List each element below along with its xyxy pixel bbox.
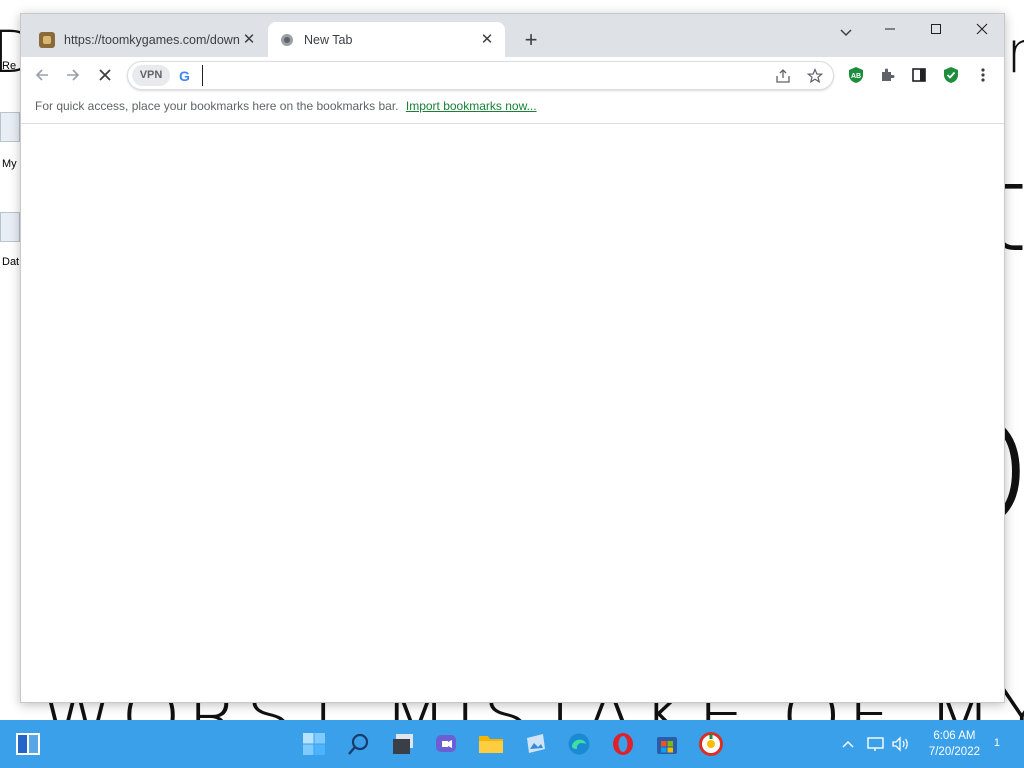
notification-count[interactable]: 1 [994,737,1000,749]
start-button[interactable] [301,731,327,757]
file-explorer-button[interactable] [478,731,504,757]
tab-strip: https://toomkygames.com/down ✕ New Tab ✕… [21,14,1004,57]
import-bookmarks-link[interactable]: Import bookmarks now... [406,99,537,113]
folder-icon [479,736,503,753]
desktop-icon-data[interactable] [0,212,22,242]
bookmarks-bar-message: For quick access, place your bookmarks h… [35,99,399,113]
bookmarks-bar: For quick access, place your bookmarks h… [21,93,1004,124]
adblock-icon: AB [849,67,863,83]
opera-icon [613,733,633,755]
widgets-button[interactable] [15,731,41,757]
vpn-button[interactable]: VPN [132,65,170,86]
game-favicon-icon [39,31,55,48]
clock-time: 6:06 AM [933,730,976,742]
minimize-button[interactable] [867,14,913,44]
minimize-icon [885,28,895,30]
network-icon [867,737,884,751]
arrow-right-icon [67,69,80,81]
computer-icon [0,112,20,142]
side-panel-icon [912,68,926,82]
google-icon: G [179,68,190,84]
chevron-up-icon [842,740,854,748]
share-button[interactable] [773,66,793,86]
widgets-icon [16,733,40,755]
photos-icon [527,734,545,753]
network-button[interactable] [866,731,888,757]
star-icon [807,68,823,84]
search-icon [348,733,369,755]
tab-title: https://toomkygames.com/down [64,32,240,47]
maximize-button[interactable] [913,14,959,44]
tab-title: New Tab [304,32,353,47]
shield-check-icon [944,67,958,83]
store-icon [657,737,677,754]
chat-icon [436,735,456,752]
microsoft-store-button[interactable] [654,731,680,757]
maximize-icon [931,24,941,34]
close-icon [976,23,988,35]
opera-browser-button[interactable] [610,731,636,757]
task-view-icon [393,734,413,754]
browser-menu-button[interactable] [973,65,993,85]
shield-extension-button[interactable] [941,65,961,85]
photos-button[interactable] [522,731,548,757]
extensions-button[interactable] [877,65,897,85]
arrow-left-icon [35,69,48,81]
side-panel-button[interactable] [909,65,929,85]
address-input[interactable] [202,65,762,86]
search-button[interactable] [346,731,372,757]
browser-toolbar: VPN G AB [21,57,1004,93]
forward-button[interactable] [60,62,86,88]
address-bar[interactable]: VPN G [127,61,834,90]
task-view-button[interactable] [390,731,416,757]
edge-browser-button[interactable] [566,731,592,757]
desktop-icon-my-computer[interactable] [0,112,22,142]
windows-start-icon [303,733,325,755]
close-window-button[interactable] [959,14,1005,44]
desktop-icon-recycle-bin[interactable]: Re [2,60,16,72]
clock-date: 7/20/2022 [928,746,980,758]
puzzle-icon [882,68,895,81]
page-content [21,124,1004,702]
menu-kebab-icon [981,68,985,82]
svg-text:AB: AB [851,73,861,80]
close-icon[interactable]: ✕ [241,31,257,48]
tray-overflow-button[interactable] [838,731,858,757]
bookmark-star-button[interactable] [805,66,825,86]
volume-button[interactable] [890,731,912,757]
chevron-down-icon [840,29,852,37]
newtab-favicon-icon [281,33,293,46]
volume-icon [892,736,908,752]
adblock-extension-button[interactable]: AB [846,65,866,85]
chrome-icon [699,732,723,756]
wallpaper-text-top-right: r [1006,18,1024,86]
taskbar: 6:06 AM 7/20/2022 1 [0,720,1024,768]
chrome-browser-button[interactable] [698,731,724,757]
back-button[interactable] [29,62,55,88]
tab-search-button[interactable] [833,19,859,45]
stop-loading-button[interactable] [92,62,118,88]
browser-window: https://toomkygames.com/down ✕ New Tab ✕… [20,13,1005,703]
stop-x-icon [99,69,111,81]
close-icon[interactable]: ✕ [479,31,495,48]
edge-icon [568,733,590,755]
tab-toomkygames[interactable]: https://toomkygames.com/down ✕ [29,22,267,57]
teams-chat-button[interactable] [434,731,460,757]
share-icon [776,69,790,83]
clock[interactable]: 6:06 AM 7/20/2022 [929,728,980,760]
new-tab-button[interactable]: + [518,28,544,54]
desktop-icon-label-dat: Dat [2,256,20,268]
desktop-icon-label-my: My [2,158,17,170]
file-icon [0,212,20,242]
tab-new-tab[interactable]: New Tab ✕ [268,22,505,57]
